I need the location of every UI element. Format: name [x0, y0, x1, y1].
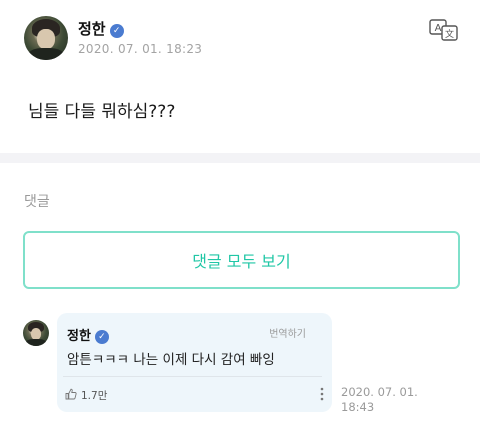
view-all-comments-label: 댓글 모두 보기 — [192, 252, 291, 271]
comment-text: 암튼ㅋㅋㅋ 나는 이제 다시 감여 빠잉 — [67, 352, 275, 368]
view-all-comments-button[interactable]: 댓글 모두 보기 — [23, 231, 460, 289]
post-body-text: 님들 다들 뭐하심??? — [28, 102, 176, 122]
translate-icon[interactable]: A 文 — [429, 18, 459, 42]
post-author[interactable]: 정한 ✓ — [78, 18, 124, 39]
section-divider — [0, 153, 480, 163]
post-author-avatar[interactable] — [24, 16, 68, 60]
thumbs-up-icon[interactable] — [65, 388, 77, 400]
like-count[interactable]: 1.7만 — [81, 388, 107, 403]
comment-author-avatar[interactable] — [23, 320, 49, 346]
comment-author[interactable]: 정한 ✓ — [67, 325, 109, 344]
post-author-name: 정한 — [78, 20, 106, 38]
more-options-icon[interactable] — [320, 387, 324, 401]
comment-timestamp: 2020. 07. 01. 18:43 — [341, 385, 418, 414]
comments-heading: 댓글 — [24, 194, 50, 210]
comment-translate-button[interactable]: 번역하기 — [269, 325, 306, 340]
verified-badge-icon: ✓ — [109, 24, 124, 38]
svg-text:文: 文 — [445, 28, 454, 40]
svg-text:A: A — [435, 23, 442, 34]
verified-badge-icon: ✓ — [94, 330, 109, 344]
comment-bubble: 정한 ✓ 번역하기 암튼ㅋㅋㅋ 나는 이제 다시 감여 빠잉 1.7만 — [57, 313, 332, 412]
post-timestamp: 2020. 07. 01. 18:23 — [78, 42, 203, 56]
comment-divider — [63, 376, 322, 377]
comment-author-name: 정한 — [67, 329, 91, 344]
